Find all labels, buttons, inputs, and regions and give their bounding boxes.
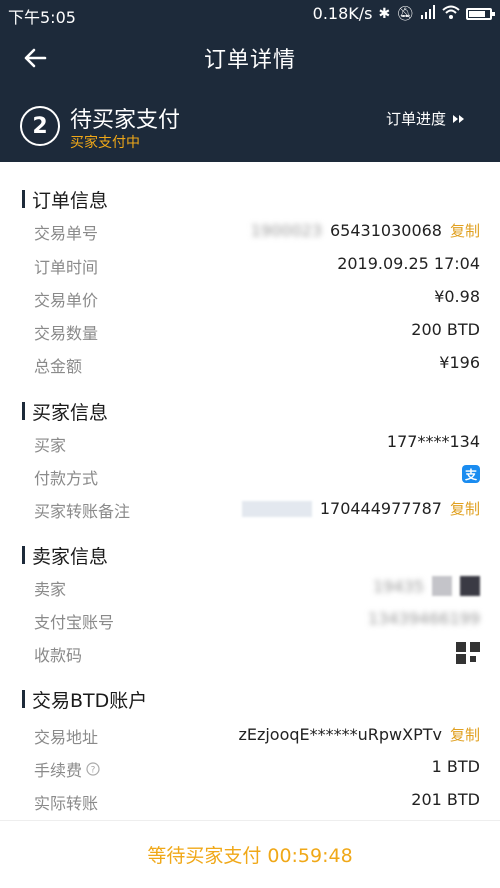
seller-info-heading: 卖家信息 <box>22 542 108 569</box>
status-title: 待买家支付 <box>70 108 181 133</box>
signal-icon <box>420 4 436 23</box>
row-label: 卖家 <box>34 580 67 599</box>
row-label: 订单时间 <box>34 258 99 277</box>
row-actual-transfer: 实际转账 201 BTD <box>0 784 500 817</box>
row-quantity: 交易数量 200 BTD <box>0 314 500 347</box>
order-status: 2 待买家支付 买家支付中 订单进度 <box>0 96 500 156</box>
seller-name-blurred: 19435 <box>373 576 424 596</box>
double-arrow-icon <box>453 114 464 123</box>
unit-price: ¥0.98 <box>434 287 480 306</box>
row-total: 总金额 ¥196 <box>0 347 500 380</box>
row-label: 实际转账 <box>34 794 99 813</box>
battery-icon <box>466 7 495 20</box>
network-speed: 0.18K/s <box>312 4 373 23</box>
bluetooth-icon: ✱ <box>378 5 391 22</box>
row-payment-method: 付款方式 支 <box>0 459 500 492</box>
quantity: 200 BTD <box>411 320 480 339</box>
row-label: 买家 <box>34 436 67 455</box>
buyer-remark: 170444977787 <box>319 499 442 518</box>
trade-address: zEzjooqE******uRpwXPTv <box>238 725 442 744</box>
step-number: 2 <box>20 106 60 146</box>
seller-avatar-2 <box>460 576 480 596</box>
status-icons: 0.18K/s ✱ 🔕︎ <box>312 4 495 23</box>
remark-blurred <box>241 500 312 517</box>
alipay-icon: 支 <box>462 465 480 483</box>
row-label: 交易单号 <box>34 224 99 243</box>
order-number: 65431030068 <box>330 221 442 240</box>
row-fee: 手续费 ? 1 BTD <box>0 751 500 784</box>
mute-icon: 🔕︎ <box>396 5 414 22</box>
order-time: 2019.09.25 17:04 <box>337 254 480 273</box>
fee: 1 BTD <box>431 757 480 776</box>
row-seller: 卖家 19435 <box>0 570 500 603</box>
buyer-phone: 177****134 <box>386 432 480 451</box>
row-label: 交易单价 <box>34 291 99 310</box>
battery-fill <box>469 10 485 17</box>
alipay-account: 13439466199 <box>368 609 480 628</box>
row-buyer-remark: 买家转账备注 170444977787 复制 <box>0 492 500 525</box>
row-label: 收款码 <box>34 646 83 665</box>
order-progress-label: 订单进度 <box>385 110 446 128</box>
nav-bar: 订单详情 <box>0 28 500 88</box>
actual-transfer: 201 BTD <box>411 790 480 809</box>
row-label: 付款方式 <box>34 469 99 488</box>
status-bar: 下午5:05 0.18K/s ✱ 🔕︎ <box>0 0 500 28</box>
status-time: 下午5:05 <box>8 8 76 27</box>
copy-address-button[interactable]: 复制 <box>450 724 480 745</box>
copy-remark-button[interactable]: 复制 <box>450 498 480 519</box>
order-progress-link[interactable]: 订单进度 <box>386 108 466 129</box>
row-buyer: 买家 177****134 <box>0 426 500 459</box>
waiting-payment-countdown: 等待买家支付 00:59:48 <box>147 845 353 867</box>
row-label: 总金额 <box>34 357 83 376</box>
qr-code-icon[interactable] <box>456 642 480 664</box>
order-info-heading: 订单信息 <box>22 186 108 213</box>
row-alipay-account: 支付宝账号 13439466199 <box>0 603 500 636</box>
row-label: 支付宝账号 <box>34 613 115 632</box>
wifi-icon <box>442 4 460 23</box>
buyer-info-heading: 买家信息 <box>22 398 108 425</box>
seller-avatar <box>432 576 452 596</box>
row-trade-address: 交易地址 zEzjooqE******uRpwXPTv 复制 <box>0 718 500 751</box>
row-label-wrap: 手续费 ? <box>34 757 100 781</box>
btd-account-heading: 交易BTD账户 <box>22 686 147 713</box>
row-label: 手续费 <box>34 761 83 780</box>
copy-order-number-button[interactable]: 复制 <box>450 220 480 241</box>
status-subtitle: 买家支付中 <box>70 135 140 151</box>
total-amount: ¥196 <box>439 353 480 372</box>
row-label: 交易数量 <box>34 324 99 343</box>
help-icon[interactable]: ? <box>86 762 100 776</box>
row-unit-price: 交易单价 ¥0.98 <box>0 281 500 314</box>
waiting-payment-bar: 等待买家支付 00:59:48 <box>0 820 500 888</box>
row-order-time: 订单时间 2019.09.25 17:04 <box>0 248 500 281</box>
svg-text:?: ? <box>91 766 96 776</box>
row-order-number: 交易单号 1900023 65431030068 复制 <box>0 214 500 247</box>
header: 下午5:05 0.18K/s ✱ 🔕︎ 订单详情 2 待买家支付 买家支付中 订… <box>0 0 500 162</box>
row-label: 交易地址 <box>34 728 99 747</box>
row-label: 买家转账备注 <box>34 502 131 521</box>
page-title: 订单详情 <box>203 48 296 73</box>
row-payment-qr: 收款码 <box>0 636 500 669</box>
order-number-blurred: 1900023 <box>250 221 322 240</box>
